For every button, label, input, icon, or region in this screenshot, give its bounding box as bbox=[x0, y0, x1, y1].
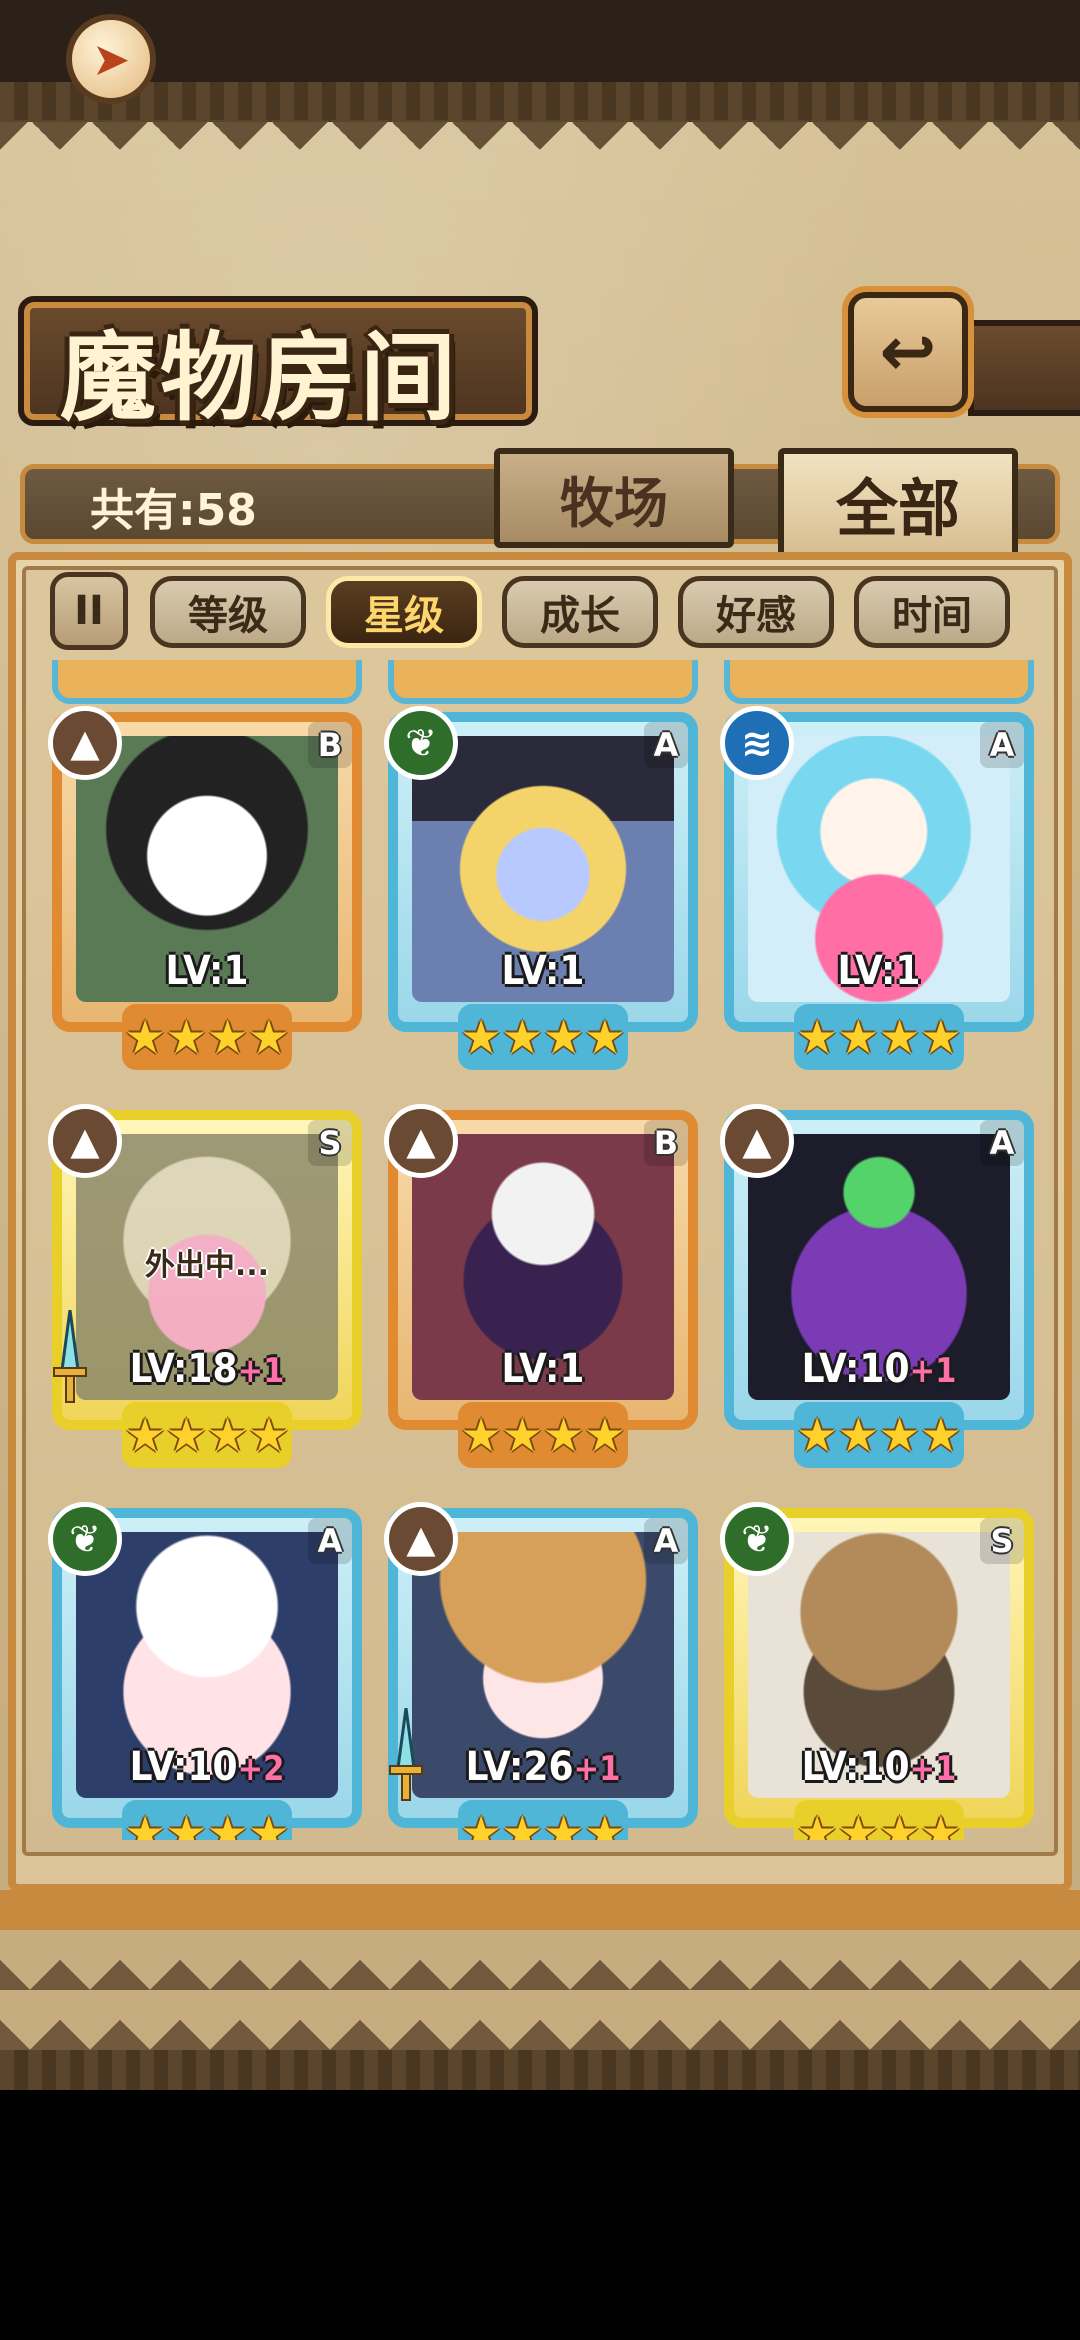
earth-icon: ▲ bbox=[720, 1104, 794, 1178]
star-rating: ★★★★ bbox=[122, 1402, 292, 1468]
monster-card[interactable]: ▲ A LV:26+1 ★★★★ bbox=[384, 1502, 698, 1840]
level-value: LV:1 bbox=[501, 1346, 585, 1392]
monster-grid: ▲ B LV:1 ★★★★ ❦ A LV:1 ★★★★ ≋ A LV:1 ★★★… bbox=[30, 660, 1050, 1840]
zigzag-decoration-top bbox=[0, 120, 1080, 180]
earth-icon: ▲ bbox=[48, 1104, 122, 1178]
star-rating: ★★★★ bbox=[458, 1800, 628, 1840]
filter-star[interactable]: 星级 bbox=[326, 576, 482, 648]
monster-card[interactable]: ▲ B LV:1 ★★★★ bbox=[48, 706, 362, 1072]
frame-strip-bottom bbox=[0, 2050, 1080, 2090]
home-arrow-icon[interactable]: ➤ bbox=[66, 14, 156, 104]
level-label: LV:18+1 bbox=[52, 1346, 362, 1392]
tab-all[interactable]: 全部 bbox=[778, 448, 1018, 558]
monster-card[interactable]: ≋ A LV:1 ★★★★ bbox=[720, 706, 1034, 1072]
filter-growth[interactable]: 成长 bbox=[502, 576, 658, 648]
monster-card[interactable]: ▲ S 外出中... LV:18+1 ★★★★ bbox=[48, 1104, 362, 1470]
leaf-icon: ❦ bbox=[720, 1502, 794, 1576]
star-rating: ★★★★ bbox=[794, 1800, 964, 1840]
level-plus: +1 bbox=[909, 1749, 957, 1789]
zigzag-decoration-bottom bbox=[0, 1930, 1080, 2050]
rank-badge: A bbox=[308, 1518, 352, 1564]
star-rating: ★★★★ bbox=[122, 1800, 292, 1840]
monster-card[interactable]: ❦ S LV:10+1 ★★★★ bbox=[720, 1502, 1034, 1840]
filter-affection[interactable]: 好感 bbox=[678, 576, 834, 648]
away-status: 外出中... bbox=[144, 1248, 270, 1283]
level-value: LV:10 bbox=[129, 1744, 238, 1790]
star-rating: ★★★★ bbox=[458, 1004, 628, 1070]
rank-badge: A bbox=[644, 1518, 688, 1564]
level-value: LV:10 bbox=[801, 1346, 910, 1392]
level-label: LV:1 bbox=[724, 948, 1034, 994]
level-value: LV:1 bbox=[165, 948, 249, 994]
level-label: LV:26+1 bbox=[388, 1744, 698, 1790]
level-plus: +2 bbox=[237, 1749, 285, 1789]
back-button[interactable]: ↩ bbox=[848, 292, 968, 412]
sword-icon bbox=[53, 1310, 87, 1403]
level-label: LV:10+1 bbox=[724, 1744, 1034, 1790]
earth-icon: ▲ bbox=[384, 1502, 458, 1576]
monster-card[interactable]: ❦ A LV:10+2 ★★★★ bbox=[48, 1502, 362, 1840]
card-peek bbox=[52, 660, 362, 704]
star-rating: ★★★★ bbox=[794, 1402, 964, 1468]
level-label: LV:1 bbox=[388, 948, 698, 994]
back-button-rail bbox=[968, 320, 1080, 416]
rank-badge: B bbox=[308, 722, 352, 768]
sort-order-toggle[interactable]: II bbox=[50, 572, 128, 650]
leaf-icon: ❦ bbox=[48, 1502, 122, 1576]
frame-border-bottom bbox=[0, 1890, 1080, 1930]
level-label: LV:10+1 bbox=[724, 1346, 1034, 1392]
card-peek bbox=[388, 660, 698, 704]
card-peek bbox=[724, 660, 1034, 704]
monster-count: 共有:58 bbox=[90, 485, 257, 536]
level-value: LV:1 bbox=[501, 948, 585, 994]
tab-ranch[interactable]: 牧场 bbox=[494, 448, 734, 548]
monster-card[interactable]: ▲ B LV:1 ★★★★ bbox=[384, 1104, 698, 1470]
rank-badge: B bbox=[644, 1120, 688, 1166]
level-plus: +1 bbox=[909, 1351, 957, 1391]
earth-icon: ▲ bbox=[384, 1104, 458, 1178]
star-rating: ★★★★ bbox=[122, 1004, 292, 1070]
filter-level[interactable]: 等级 bbox=[150, 576, 306, 648]
return-arrow-icon: ↩ bbox=[879, 312, 937, 392]
star-rating: ★★★★ bbox=[794, 1004, 964, 1070]
level-plus: +1 bbox=[573, 1749, 621, 1789]
sword-icon bbox=[389, 1708, 423, 1801]
top-bar bbox=[0, 0, 1080, 82]
rank-badge: S bbox=[980, 1518, 1024, 1564]
level-value: LV:10 bbox=[801, 1744, 910, 1790]
water-icon: ≋ bbox=[720, 706, 794, 780]
level-label: LV:10+2 bbox=[52, 1744, 362, 1790]
rank-badge: A bbox=[644, 722, 688, 768]
filter-time[interactable]: 时间 bbox=[854, 576, 1010, 648]
rank-badge: A bbox=[980, 1120, 1024, 1166]
leaf-icon: ❦ bbox=[384, 706, 458, 780]
rank-badge: A bbox=[980, 722, 1024, 768]
earth-icon: ▲ bbox=[48, 706, 122, 780]
level-label: LV:1 bbox=[52, 948, 362, 994]
level-value: LV:18 bbox=[129, 1346, 238, 1392]
level-value: LV:1 bbox=[837, 948, 921, 994]
monster-room-screen: ➤ 魔物房间 ↩ 共有:58 牧场 全部 II 等级 星级 成长 好感 时间 ▲… bbox=[0, 0, 1080, 2090]
level-label: LV:1 bbox=[388, 1346, 698, 1392]
monster-card[interactable]: ❦ A LV:1 ★★★★ bbox=[384, 706, 698, 1072]
monster-card[interactable]: ▲ A LV:10+1 ★★★★ bbox=[720, 1104, 1034, 1470]
level-value: LV:26 bbox=[465, 1744, 574, 1790]
page-title: 魔物房间 bbox=[60, 321, 460, 434]
level-plus: +1 bbox=[237, 1351, 285, 1391]
rank-badge: S bbox=[308, 1120, 352, 1166]
star-rating: ★★★★ bbox=[458, 1402, 628, 1468]
frame-border-top bbox=[0, 82, 1080, 122]
